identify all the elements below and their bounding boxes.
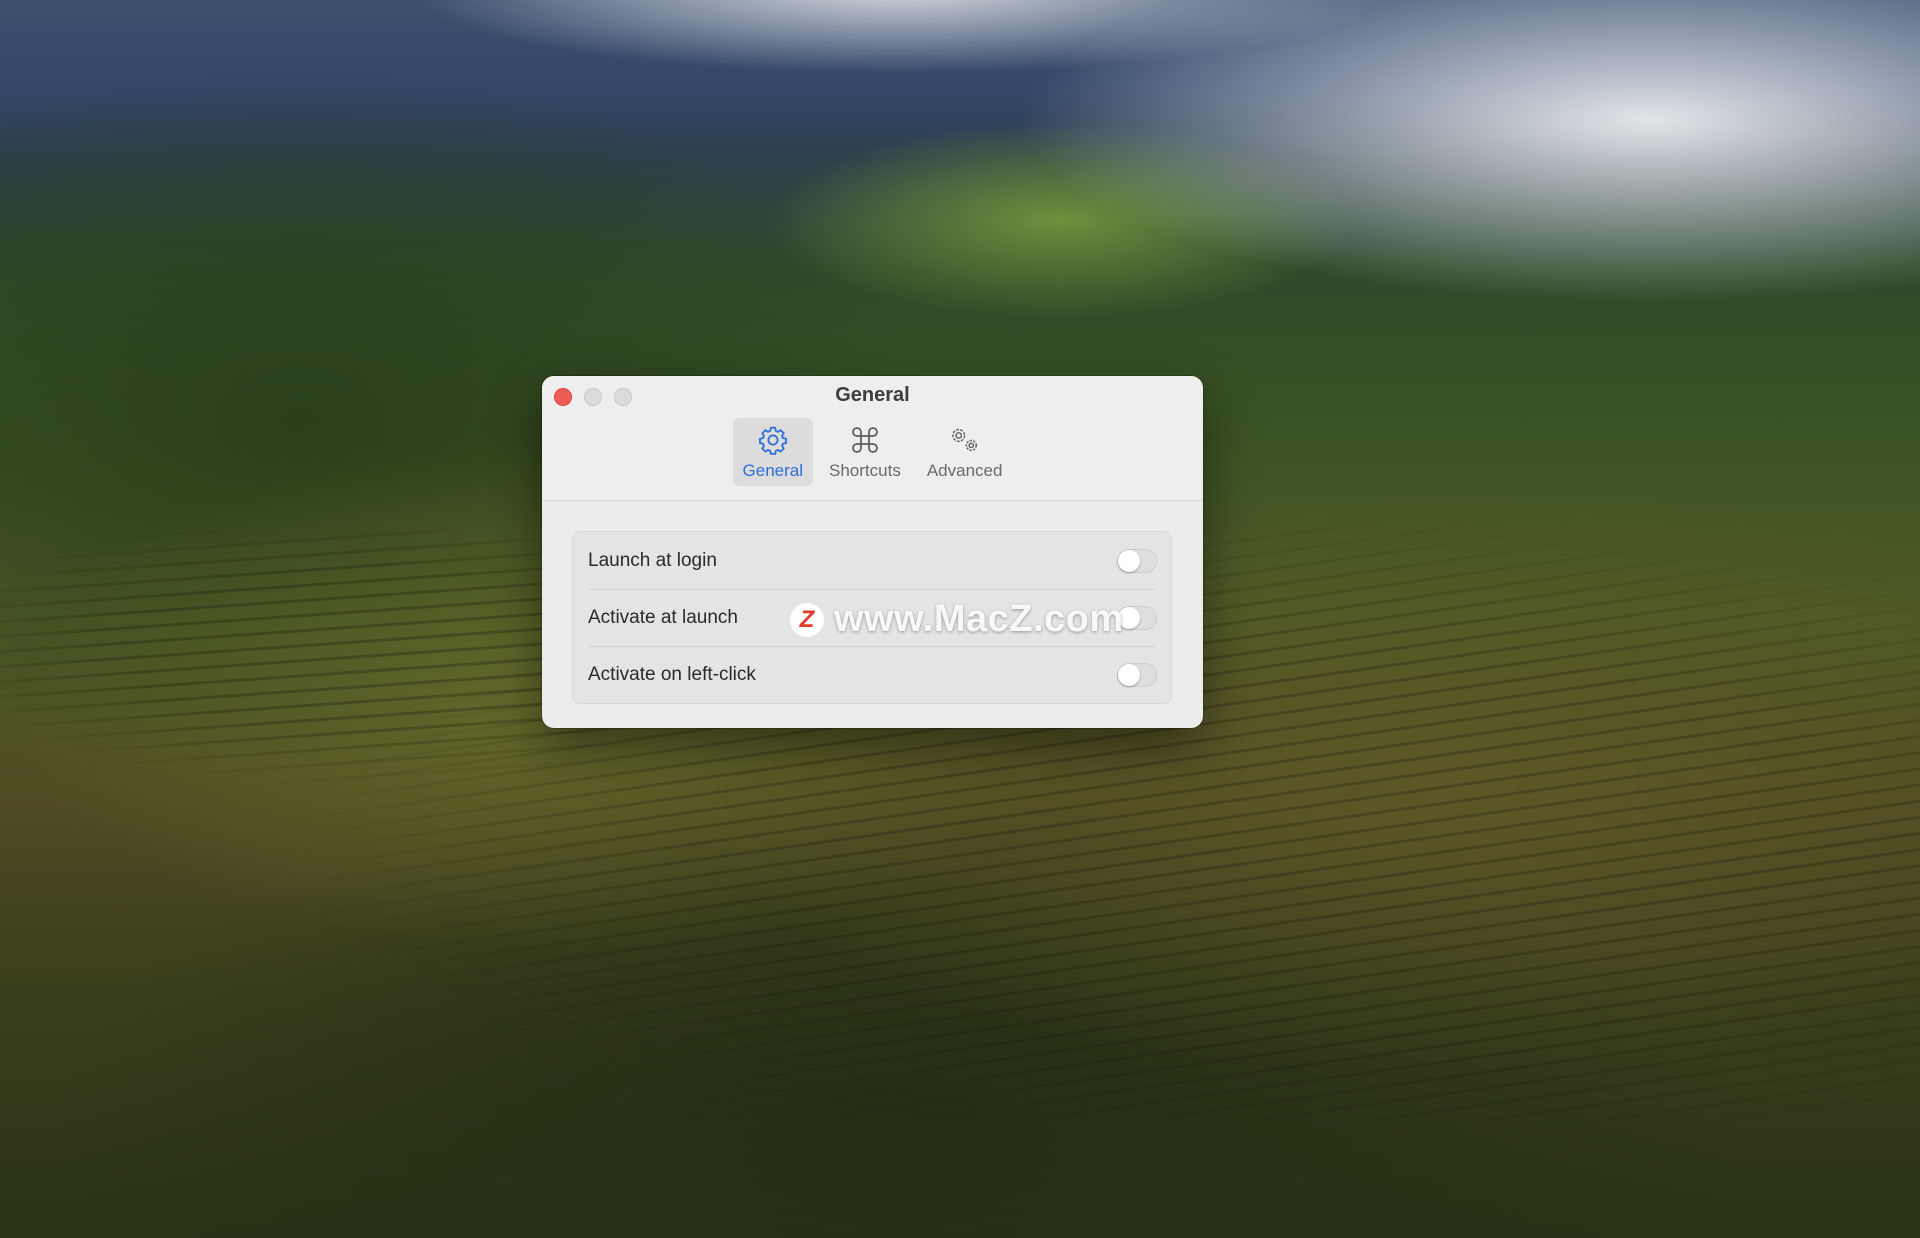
setting-label: Activate on left-click [588,663,756,685]
window-toolbar: General General Shortcuts Advanced [542,376,1203,501]
tab-shortcuts[interactable]: Shortcuts [819,418,911,486]
toggle-knob [1118,549,1140,572]
gears-icon [947,422,983,458]
watermark-logo: Z [790,602,824,637]
tab-general[interactable]: General [732,418,814,486]
watermark-text: www.MacZ.com [834,598,1124,640]
setting-row-activate-on-left-click: Activate on left-click [573,646,1171,703]
preferences-tabs: General Shortcuts Advanced [542,418,1203,486]
desktop-wallpaper: General General Shortcuts Advanced Launc… [0,0,1920,1238]
gear-icon [755,422,791,458]
preferences-window: General General Shortcuts Advanced Launc… [542,376,1203,728]
tab-advanced-label: Advanced [926,461,1003,480]
toggle-knob [1118,663,1140,686]
launch-at-login-toggle[interactable] [1117,548,1157,573]
watermark: Z www.MacZ.com [790,598,1124,641]
command-icon [847,422,883,458]
window-title: General [835,384,910,406]
tab-shortcuts-label: Shortcuts [829,461,901,480]
activate-on-left-click-toggle[interactable] [1117,662,1157,687]
setting-row-launch-at-login: Launch at login [573,532,1171,589]
setting-label: Launch at login [588,549,717,571]
tab-advanced[interactable]: Advanced [917,418,1013,486]
tab-general-label: General [742,461,804,480]
